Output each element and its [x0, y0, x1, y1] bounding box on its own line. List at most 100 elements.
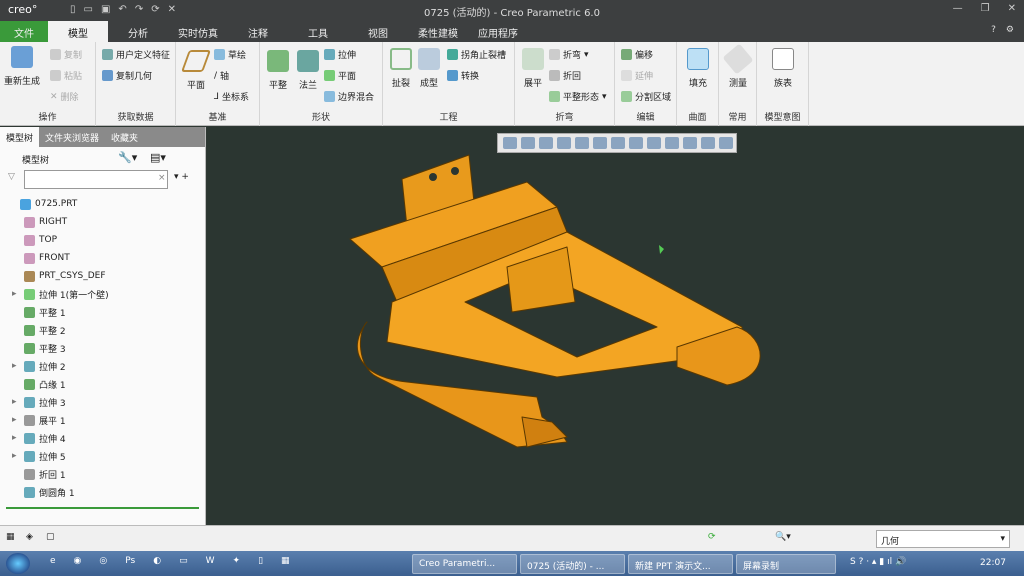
- sheet-metal-model[interactable]: [207, 127, 1024, 525]
- corner-relief-button[interactable]: 拐角止裂槽: [447, 48, 506, 61]
- boundary-blend-button[interactable]: 边界混合: [324, 90, 374, 103]
- search-options-icon[interactable]: ▾ +: [174, 172, 189, 182]
- tab-folder-browser[interactable]: 文件夹浏览器: [39, 127, 105, 147]
- tree-item[interactable]: 平整 2: [0, 321, 205, 339]
- convert-button[interactable]: 转换: [447, 69, 479, 82]
- family-table-button[interactable]: 族表: [765, 48, 801, 89]
- app-icon[interactable]: ◎: [99, 556, 107, 566]
- flange-button[interactable]: 法兰: [290, 50, 326, 91]
- clock[interactable]: 22:07: [980, 558, 1006, 568]
- split-area-button[interactable]: 分割区域: [621, 90, 671, 103]
- filter-icon[interactable]: ▽: [8, 172, 15, 182]
- tab-view[interactable]: 视图: [348, 21, 408, 42]
- copy-geometry-button[interactable]: 复制几何: [102, 69, 152, 82]
- tree-item[interactable]: ▸ 拉伸 5: [0, 447, 205, 465]
- plane-button[interactable]: 平面: [178, 50, 214, 91]
- taskbar-ppt[interactable]: 新建 PPT 演示文...: [628, 554, 733, 574]
- tree-search-input[interactable]: [24, 170, 168, 189]
- group-label[interactable]: 工程: [383, 110, 514, 123]
- tab-applications[interactable]: 应用程序: [468, 21, 528, 42]
- find-icon[interactable]: 🔍▾: [775, 532, 791, 542]
- tree-settings-icon[interactable]: 🔧▾: [118, 151, 137, 164]
- tree-item[interactable]: 倒圆角 1: [0, 483, 205, 501]
- delete-button[interactable]: ✕ 删除: [50, 90, 79, 104]
- taskbar-screen-record[interactable]: 屏幕录制: [736, 554, 836, 574]
- tree-item[interactable]: 0725.PRT: [0, 195, 205, 213]
- fill-button[interactable]: 填充: [680, 48, 716, 89]
- settings-icon[interactable]: ⚙: [1006, 25, 1014, 35]
- flat-state-button[interactable]: 平整形态 ▾: [549, 90, 607, 103]
- offset-button[interactable]: 偏移: [621, 48, 653, 61]
- tree-item[interactable]: 凸缘 1: [0, 375, 205, 393]
- expand-arrow-icon[interactable]: ▸: [12, 415, 20, 425]
- expand-arrow-icon[interactable]: ▸: [12, 397, 20, 407]
- regenerate-button[interactable]: 重新生成: [4, 46, 40, 87]
- help-icon[interactable]: ?: [991, 25, 996, 35]
- tab-favorites[interactable]: 收藏夹: [105, 127, 144, 147]
- group-label[interactable]: 编辑: [615, 110, 676, 123]
- expand-arrow-icon[interactable]: ▸: [12, 289, 20, 299]
- tree-item[interactable]: PRT_CSYS_DEF: [0, 267, 205, 285]
- tree-item[interactable]: RIGHT: [0, 213, 205, 231]
- tree-item[interactable]: ▸ 拉伸 3: [0, 393, 205, 411]
- tab-file[interactable]: 文件: [0, 21, 48, 42]
- tree-item[interactable]: 平整 1: [0, 303, 205, 321]
- app-icon[interactable]: ▯: [258, 556, 263, 566]
- start-button[interactable]: [6, 553, 30, 574]
- sketch-button[interactable]: 草绘: [214, 48, 246, 61]
- paste-button[interactable]: 粘贴: [50, 69, 82, 82]
- tab-model[interactable]: 模型: [48, 21, 108, 42]
- tab-tools[interactable]: 工具: [288, 21, 348, 42]
- tree-item[interactable]: TOP: [0, 231, 205, 249]
- close-button[interactable]: ✕: [1008, 3, 1016, 14]
- restore-button[interactable]: ❐: [981, 3, 990, 14]
- group-label[interactable]: 基准: [176, 110, 259, 123]
- wps-icon[interactable]: W: [206, 556, 215, 566]
- group-label[interactable]: 操作: [0, 110, 95, 123]
- ie-icon[interactable]: e: [50, 556, 56, 566]
- tree-item[interactable]: 平整 3: [0, 339, 205, 357]
- tab-annotate[interactable]: 注释: [228, 21, 288, 42]
- folder-icon[interactable]: ▭: [179, 556, 188, 566]
- navigator-toggle-icon[interactable]: ▦: [6, 532, 15, 542]
- tree-item[interactable]: 折回 1: [0, 465, 205, 483]
- taskbar-creo[interactable]: Creo Parametri...: [412, 554, 517, 574]
- tree-item[interactable]: ▸ 拉伸 4: [0, 429, 205, 447]
- show-icon[interactable]: ▤▾: [150, 151, 166, 164]
- bend-button[interactable]: 折弯 ▾: [549, 48, 589, 61]
- group-label[interactable]: 折弯: [515, 110, 614, 123]
- browser-toggle-icon[interactable]: ◈: [26, 532, 33, 542]
- expand-arrow-icon[interactable]: ▸: [12, 451, 20, 461]
- regen-status-icon[interactable]: ⟳: [708, 532, 716, 542]
- bend-back-button[interactable]: 折回: [549, 69, 581, 82]
- app-icon[interactable]: ▦: [281, 556, 290, 566]
- tab-model-tree[interactable]: 模型树: [0, 127, 40, 147]
- fullscreen-icon[interactable]: ▢: [46, 532, 55, 542]
- planar-button[interactable]: 平面: [324, 69, 356, 82]
- copy-button[interactable]: 复制: [50, 48, 82, 61]
- form-button[interactable]: 成型: [411, 48, 447, 89]
- clear-search-icon[interactable]: ×: [158, 173, 166, 183]
- tree-item[interactable]: ▸ 拉伸 1(第一个壁): [0, 285, 205, 303]
- measure-button[interactable]: 测量: [720, 43, 756, 89]
- tab-simulation[interactable]: 实时仿真: [168, 21, 228, 42]
- photoshop-icon[interactable]: Ps: [125, 556, 135, 566]
- expand-arrow-icon[interactable]: ▸: [12, 361, 20, 371]
- udf-button[interactable]: 用户定义特征: [102, 48, 170, 61]
- group-label[interactable]: 获取数据: [96, 110, 175, 123]
- taskbar-0725[interactable]: 0725 (活动的) - ...: [520, 554, 625, 574]
- group-label[interactable]: 形状: [260, 110, 382, 123]
- tree-item[interactable]: FRONT: [0, 249, 205, 267]
- group-label[interactable]: 曲面: [677, 110, 718, 123]
- tab-flexible-modeling[interactable]: 柔性建模: [408, 21, 468, 42]
- tree-item[interactable]: ▸ 展平 1: [0, 411, 205, 429]
- tab-analysis[interactable]: 分析: [108, 21, 168, 42]
- group-label[interactable]: 模型意图: [757, 110, 808, 123]
- tray-icons[interactable]: S ? · ▴ ▮ ıl 🔊: [850, 557, 906, 567]
- unbend-button[interactable]: 展平: [515, 48, 551, 89]
- tree-item[interactable]: ▸ 拉伸 2: [0, 357, 205, 375]
- app-icon[interactable]: ◐: [153, 556, 161, 566]
- selection-filter-dropdown[interactable]: 几何 ▾: [876, 530, 1010, 548]
- minimize-button[interactable]: —: [953, 3, 963, 14]
- app-icon[interactable]: ✦: [233, 556, 241, 566]
